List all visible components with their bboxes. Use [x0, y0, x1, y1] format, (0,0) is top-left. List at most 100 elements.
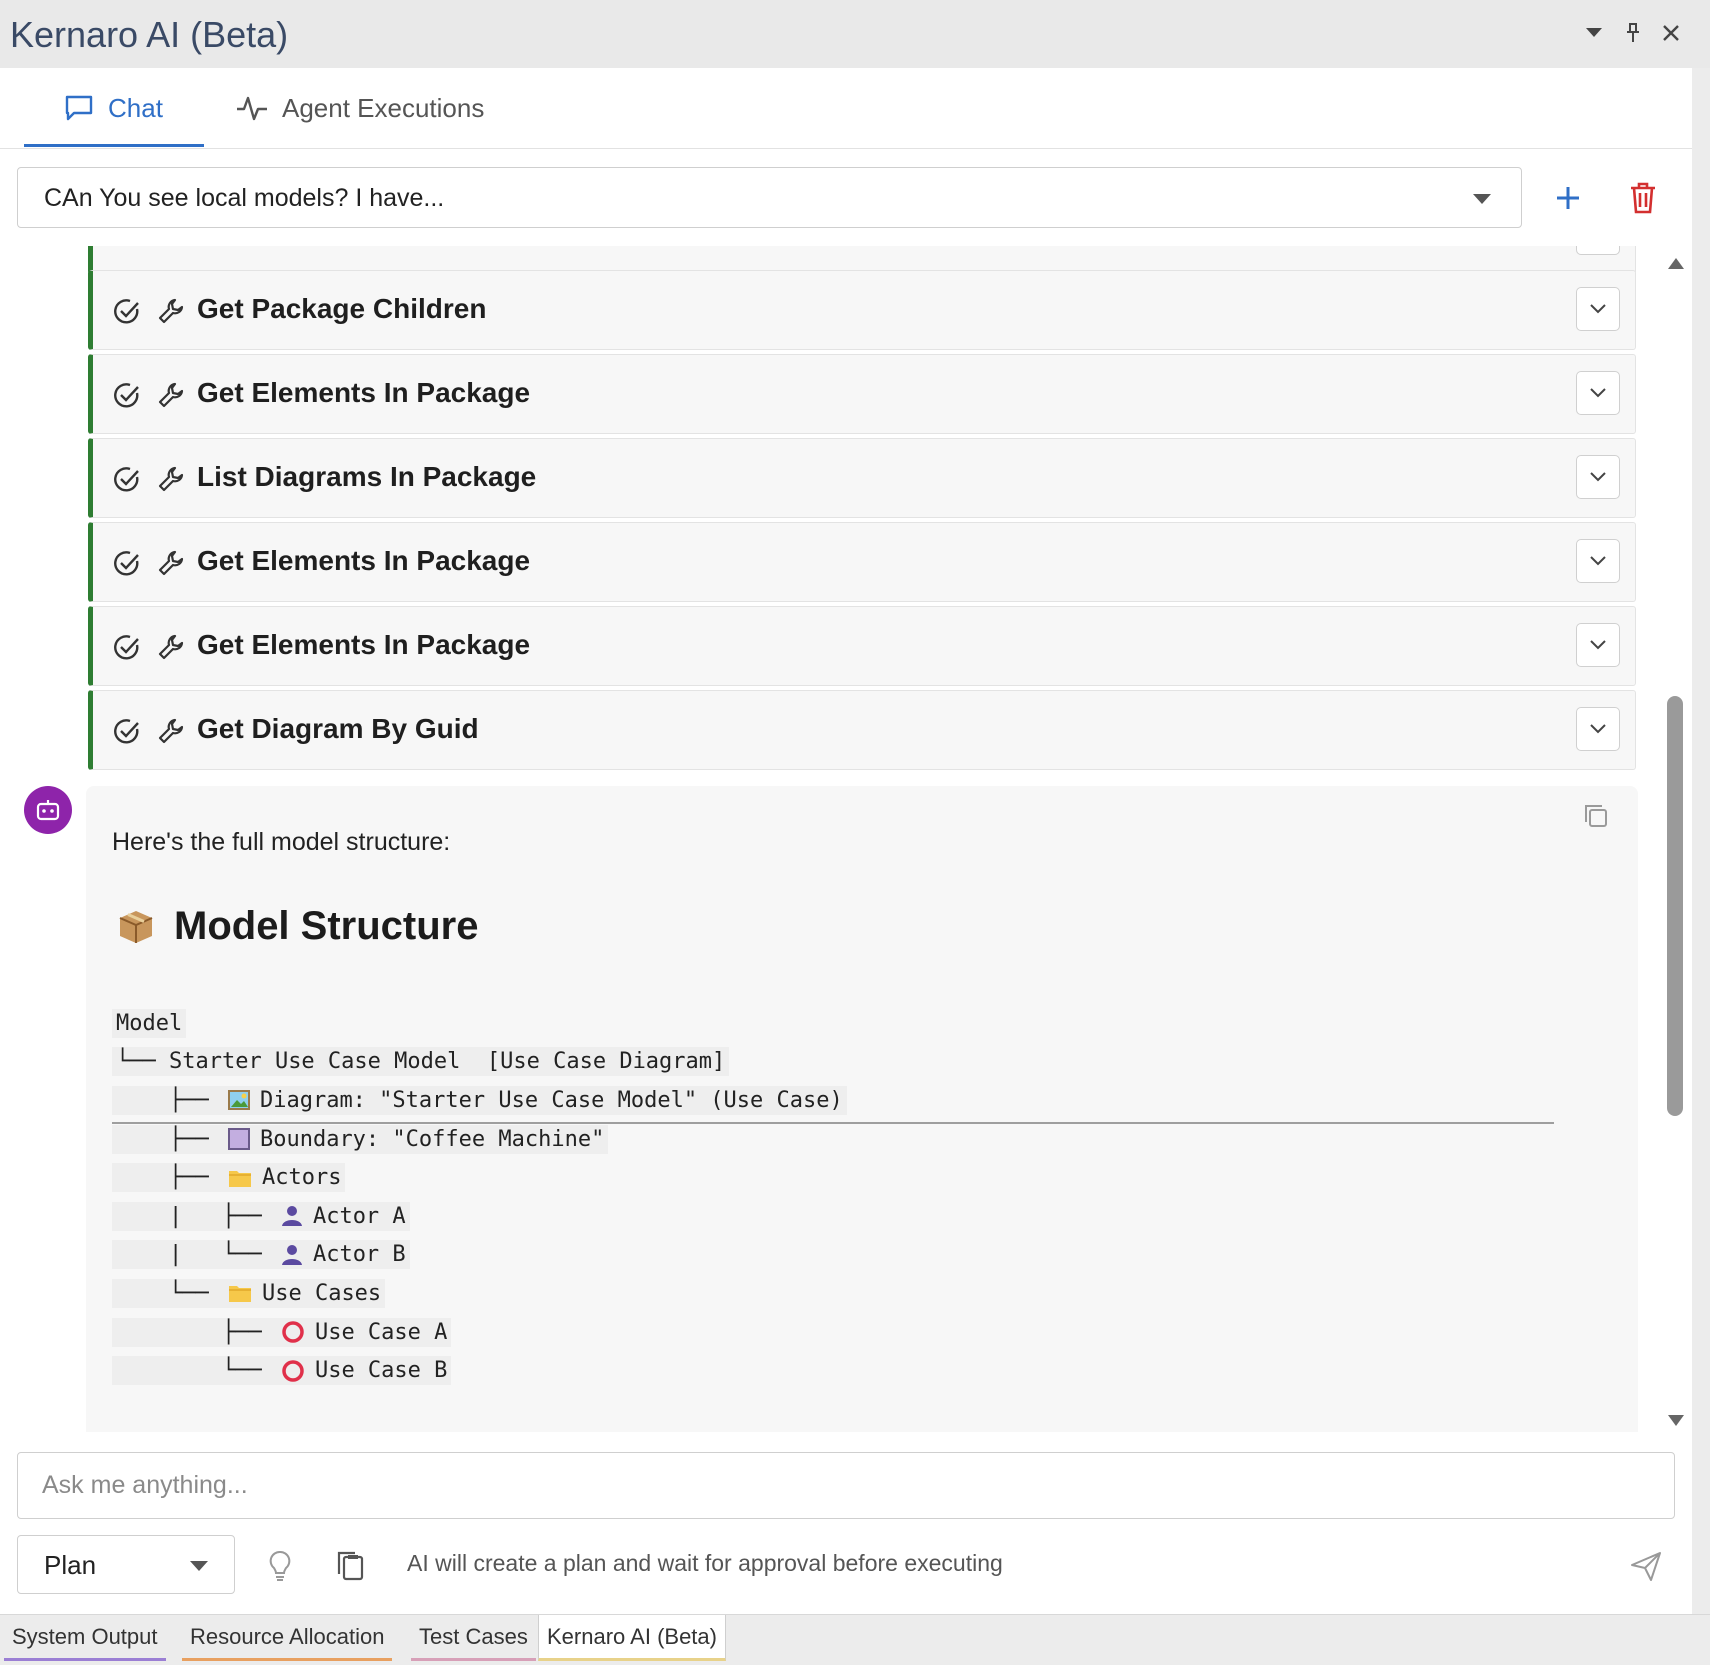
tree-line: | └── Actor B [112, 1236, 847, 1275]
chevron-down-icon [1590, 304, 1606, 314]
chevron-down-icon [1590, 724, 1606, 734]
wrench-icon [157, 381, 185, 409]
check-circle-icon [113, 381, 141, 409]
chat-bubble-icon [64, 94, 94, 122]
check-circle-icon [113, 633, 141, 661]
chevron-down-icon [1590, 388, 1606, 398]
wrench-icon [157, 465, 185, 493]
chat-scrollbar[interactable] [1664, 256, 1688, 1432]
tab-chat-label: Chat [108, 92, 163, 123]
model-tree: Model └── Starter Use Case Model [Use Ca… [112, 1004, 847, 1390]
person-icon [281, 1244, 303, 1266]
bottom-tab-test-cases[interactable]: Test Cases [411, 1615, 536, 1661]
tree-line: | ├── Actor A [112, 1197, 847, 1236]
conversation-select[interactable]: CAn You see local models? I have... [17, 167, 1522, 228]
tool-call-label: Get Elements In Package [197, 545, 531, 576]
chevron-down-icon [1590, 472, 1606, 482]
tool-call-row[interactable]: Get Diagram By Guid [88, 690, 1636, 770]
active-tab-indicator [24, 144, 204, 147]
message-heading: Model Structure [116, 904, 478, 949]
picture-icon [227, 1090, 250, 1111]
chevron-down-icon [190, 1561, 208, 1571]
wrench-icon [157, 297, 185, 325]
expand-button[interactable] [1576, 246, 1620, 255]
bottom-tab-resource-allocation[interactable]: Resource Allocation [182, 1615, 393, 1661]
tree-line: Model [112, 1004, 847, 1043]
scroll-down-icon[interactable] [1668, 1415, 1684, 1426]
scroll-up-icon[interactable] [1668, 258, 1684, 269]
window-titlebar: Kernaro AI (Beta) [0, 0, 1710, 68]
tool-call-label: List Diagrams In Package [197, 461, 537, 492]
robot-icon [36, 800, 60, 821]
tool-call-label: Get Diagram By Guid [197, 713, 479, 744]
send-button[interactable] [1626, 1546, 1666, 1586]
assistant-message: Here's the full model structure: Model S… [86, 786, 1638, 1432]
lightbulb-button[interactable] [262, 1548, 298, 1584]
trash-icon [1631, 182, 1655, 214]
new-conversation-button[interactable] [1550, 180, 1586, 216]
tool-call-label: Get Elements In Package [197, 377, 531, 408]
tool-call-row[interactable]: Get Package Children [88, 270, 1636, 350]
mode-select[interactable]: Plan [17, 1535, 235, 1594]
tool-call-row[interactable]: Get Elements In Package [88, 522, 1636, 602]
delete-conversation-button[interactable] [1625, 180, 1661, 216]
tree-line: ├── Boundary: "Coffee Machine" [112, 1120, 847, 1159]
scrollbar-thumb[interactable] [1667, 696, 1683, 1116]
message-heading-text: Model Structure [174, 904, 479, 948]
check-circle-icon [113, 717, 141, 745]
expand-button[interactable] [1576, 539, 1620, 583]
activity-pulse-icon [236, 94, 268, 122]
wrench-icon [157, 717, 185, 745]
chevron-down-icon [1590, 640, 1606, 650]
folder-icon [228, 1168, 252, 1188]
bottom-tab-bar: System Output Resource Allocation Test C… [0, 1614, 1710, 1665]
window-edge [1692, 68, 1710, 1614]
close-icon[interactable] [1656, 18, 1686, 48]
chevron-down-icon [1473, 194, 1491, 204]
tool-call-row[interactable]: Get Elements In Package [88, 354, 1636, 434]
expand-button[interactable] [1576, 287, 1620, 331]
bottom-tab-system-output[interactable]: System Output [4, 1615, 166, 1661]
assistant-avatar [24, 786, 72, 834]
expand-button[interactable] [1576, 707, 1620, 751]
tree-line: └── Starter Use Case Model [Use Case Dia… [112, 1043, 847, 1082]
chat-input[interactable] [17, 1452, 1675, 1519]
mode-select-value: Plan [44, 1550, 97, 1580]
copy-icon[interactable] [1582, 802, 1610, 830]
folder-icon [228, 1283, 252, 1303]
expand-button[interactable] [1576, 623, 1620, 667]
send-icon [1631, 1552, 1661, 1581]
check-circle-icon [113, 465, 141, 493]
person-icon [281, 1205, 303, 1227]
lightbulb-icon [269, 1550, 291, 1581]
clipboard-button[interactable] [332, 1548, 368, 1584]
expand-button[interactable] [1576, 371, 1620, 415]
wrench-icon [157, 549, 185, 577]
expand-button[interactable] [1576, 455, 1620, 499]
check-circle-icon [113, 549, 141, 577]
tab-agent-executions[interactable]: Agent Executions [236, 68, 484, 148]
tool-call-label: Get Elements In Package [197, 629, 531, 660]
message-intro: Here's the full model structure: [112, 828, 451, 856]
tab-agent-executions-label: Agent Executions [282, 92, 485, 123]
tree-line: └── Use Cases [112, 1274, 847, 1313]
dropdown-menu-icon[interactable] [1579, 18, 1609, 48]
tree-line: ├── Actors [112, 1158, 847, 1197]
plus-icon [1557, 187, 1579, 209]
window-title: Kernaro AI (Beta) [10, 14, 289, 55]
mode-hint: AI will create a plan and wait for appro… [407, 1550, 1003, 1576]
tab-chat[interactable]: Chat [64, 68, 163, 148]
chat-scroll-area[interactable]: Get Package Children Get Elements In Pac… [0, 246, 1692, 1432]
red-circle-icon [281, 1320, 305, 1344]
tree-line: ├── Use Case A [112, 1313, 847, 1352]
tab-bar: Chat Agent Executions [0, 68, 1692, 149]
chevron-down-icon [1590, 556, 1606, 566]
tree-line: ├── Diagram: "Starter Use Case Model" (U… [112, 1081, 847, 1120]
pin-icon[interactable] [1618, 18, 1648, 48]
check-circle-icon [113, 297, 141, 325]
tool-call-row[interactable]: Get Elements In Package [88, 606, 1636, 686]
tree-line: └── Use Case B [112, 1351, 847, 1390]
tool-call-label: Get Package Children [197, 293, 487, 324]
tool-call-row[interactable]: List Diagrams In Package [88, 438, 1636, 518]
bottom-tab-kernaro-ai[interactable]: Kernaro AI (Beta) [538, 1615, 726, 1661]
